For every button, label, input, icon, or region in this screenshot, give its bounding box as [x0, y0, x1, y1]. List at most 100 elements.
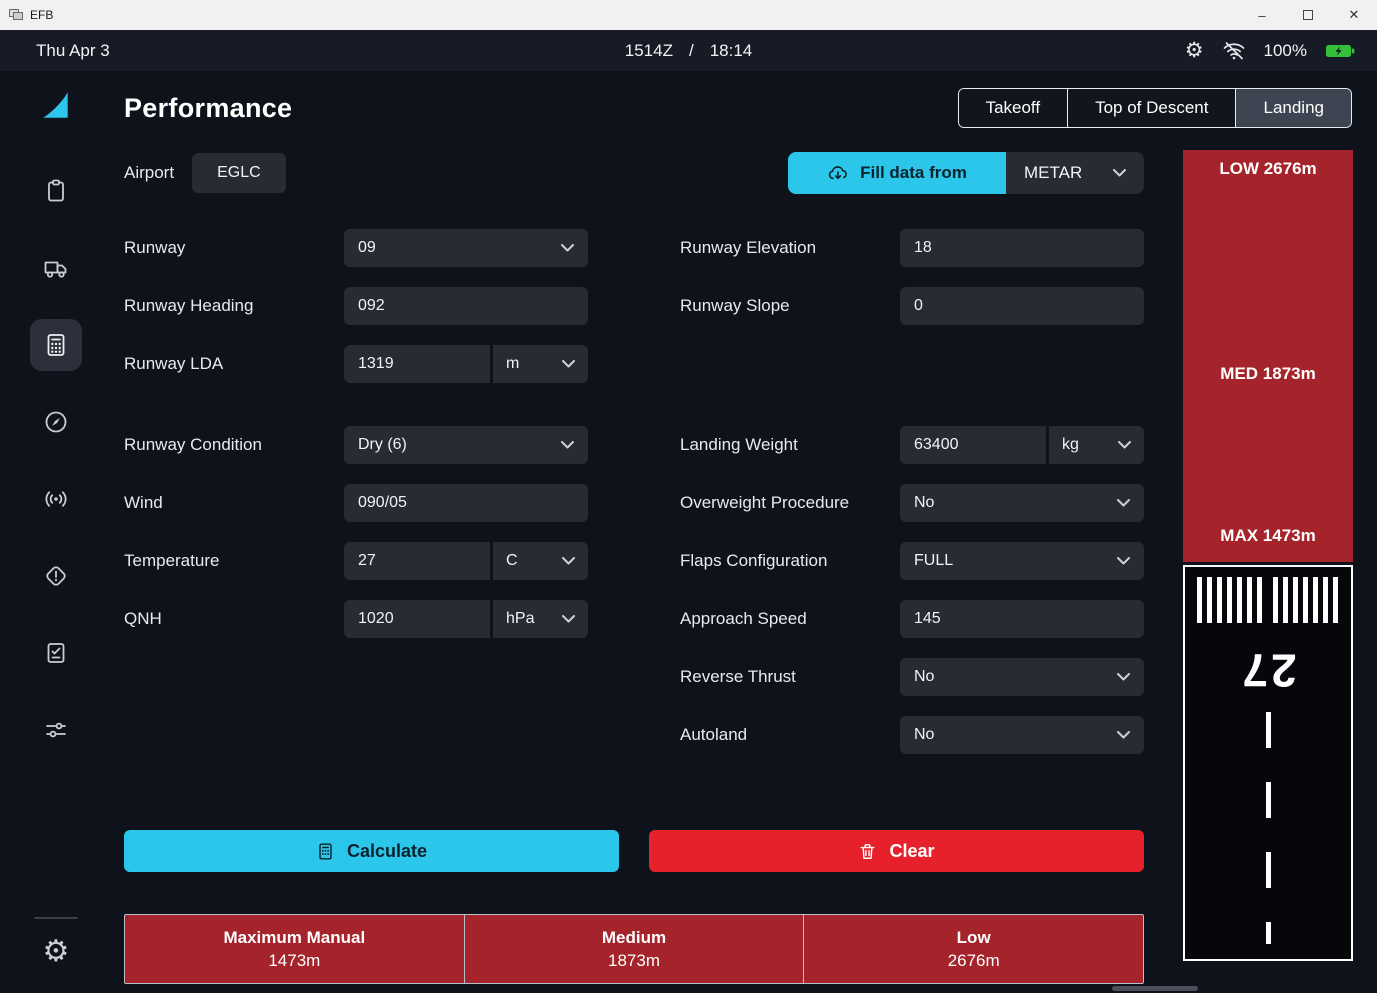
sidebar-item-performance[interactable] — [30, 319, 82, 371]
chevron-down-icon — [1117, 557, 1130, 565]
runway-elevation-input[interactable] — [900, 229, 1144, 267]
overweight-procedure-label: Overweight Procedure — [680, 493, 900, 513]
clear-button[interactable]: Clear — [649, 830, 1144, 872]
tab-top-of-descent[interactable]: Top of Descent — [1067, 89, 1235, 127]
calculator-icon — [316, 842, 335, 861]
close-button[interactable]: ✕ — [1331, 0, 1377, 30]
runway-number: 27 — [1185, 645, 1351, 696]
tab-takeoff[interactable]: Takeoff — [959, 89, 1068, 127]
temperature-label: Temperature — [124, 551, 344, 571]
sidebar-item-ground-ops[interactable] — [30, 242, 82, 294]
runway-lda-unit: m — [506, 355, 519, 373]
flaps-configuration-value: FULL — [914, 552, 953, 570]
sidebar-item-alerts[interactable] — [30, 550, 82, 602]
runway-condition-select[interactable]: Dry (6) — [344, 426, 588, 464]
sidebar-gear-icon[interactable]: ⚙ — [43, 937, 70, 967]
chevron-down-icon — [561, 441, 574, 449]
chevron-down-icon — [562, 615, 575, 623]
runway-condition-value: Dry (6) — [358, 436, 407, 454]
autoland-select[interactable]: No — [900, 716, 1144, 754]
sidebar-item-checklist[interactable] — [30, 627, 82, 679]
runway-centerline — [1266, 712, 1271, 944]
wind-input[interactable] — [344, 484, 588, 522]
result-label: Maximum Manual — [223, 928, 365, 948]
fill-data-label: Fill data from — [860, 163, 967, 183]
sidebar-item-navigation[interactable] — [30, 396, 82, 448]
status-clock: 1514Z / 18:14 — [625, 41, 752, 61]
flaps-configuration-select[interactable]: FULL — [900, 542, 1144, 580]
calculate-label: Calculate — [347, 841, 427, 862]
fill-source-value: METAR — [1024, 163, 1082, 183]
runway-slope-input[interactable] — [900, 287, 1144, 325]
runway-select[interactable]: 09 — [344, 229, 588, 267]
threshold-stripes — [1185, 567, 1351, 623]
overweight-procedure-select[interactable]: No — [900, 484, 1144, 522]
chevron-down-icon — [1113, 169, 1126, 177]
qnh-input[interactable] — [344, 600, 490, 638]
distance-mark-low: LOW 2676m — [1183, 159, 1353, 179]
chevron-down-icon — [562, 557, 575, 565]
fill-data-button[interactable]: Fill data from — [788, 152, 1006, 194]
app-icon — [9, 9, 23, 21]
settings-gear-icon[interactable]: ⚙ — [1185, 40, 1204, 61]
sidebar-item-settings-sliders[interactable] — [30, 704, 82, 756]
distance-mark-max: MAX 1473m — [1183, 526, 1353, 546]
landing-weight-input[interactable] — [900, 426, 1046, 464]
runway-elevation-field — [900, 229, 1144, 267]
airport-label: Airport — [124, 163, 174, 183]
runway-label: Runway — [124, 238, 344, 258]
runway-heading-label: Runway Heading — [124, 296, 344, 316]
runway-lda-label: Runway LDA — [124, 354, 344, 374]
horizontal-scrollbar-thumb[interactable] — [1112, 986, 1198, 991]
wifi-off-icon — [1222, 39, 1246, 63]
fill-source-select[interactable]: METAR — [1006, 152, 1144, 194]
runway-value: 09 — [358, 239, 376, 257]
temperature-input[interactable] — [344, 542, 490, 580]
flaps-configuration-label: Flaps Configuration — [680, 551, 900, 571]
performance-mode-tabs: Takeoff Top of Descent Landing — [958, 88, 1352, 128]
utc-time: 1514Z — [625, 41, 673, 61]
sidebar-item-radio[interactable] — [30, 473, 82, 525]
landing-weight-unit: kg — [1062, 436, 1079, 454]
temperature-unit-select[interactable]: C — [490, 542, 588, 580]
approach-speed-input[interactable] — [900, 600, 1144, 638]
fill-data-group: Fill data from METAR — [788, 152, 1144, 194]
landing-weight-unit-select[interactable]: kg — [1046, 426, 1144, 464]
threshold-stripe-group — [1273, 577, 1339, 623]
runway-lda-field: m — [344, 345, 588, 383]
tab-landing[interactable]: Landing — [1235, 89, 1351, 127]
time-separator: / — [689, 41, 694, 61]
result-value: 2676m — [948, 951, 1000, 971]
runway-heading-input[interactable] — [344, 287, 588, 325]
runway-visualization: LOW 2676m MED 1873m MAX 1473m 27 — [1183, 150, 1353, 961]
temperature-field: C — [344, 542, 588, 580]
sidebar-item-clipboard[interactable] — [30, 165, 82, 217]
maximize-button[interactable] — [1285, 0, 1331, 30]
runway-lda-input[interactable] — [344, 345, 490, 383]
distance-mark-med: MED 1873m — [1183, 364, 1353, 384]
runway-graphic: 27 — [1183, 565, 1353, 961]
reverse-thrust-value: No — [914, 668, 934, 686]
reverse-thrust-select[interactable]: No — [900, 658, 1144, 696]
result-value: 1873m — [608, 951, 660, 971]
trash-icon — [858, 842, 877, 861]
result-label: Low — [957, 928, 991, 948]
calculate-button[interactable]: Calculate — [124, 830, 619, 872]
clear-label: Clear — [889, 841, 934, 862]
wind-field — [344, 484, 588, 522]
qnh-unit-select[interactable]: hPa — [490, 600, 588, 638]
runway-lda-unit-select[interactable]: m — [490, 345, 588, 383]
local-time: 18:14 — [710, 41, 753, 61]
cloud-download-icon — [827, 162, 849, 184]
window-title: EFB — [30, 8, 53, 22]
chevron-down-icon — [562, 360, 575, 368]
sidebar: ⚙ — [0, 71, 112, 993]
threshold-stripe-group — [1197, 577, 1263, 623]
airport-code-button[interactable]: EGLC — [192, 153, 286, 193]
autoland-label: Autoland — [680, 725, 900, 745]
minimize-button[interactable]: – — [1239, 0, 1285, 30]
statusbar: Thu Apr 3 1514Z / 18:14 ⚙ 100% — [0, 30, 1377, 71]
approach-speed-label: Approach Speed — [680, 609, 900, 629]
runway-slope-label: Runway Slope — [680, 296, 900, 316]
status-date: Thu Apr 3 — [0, 41, 110, 61]
